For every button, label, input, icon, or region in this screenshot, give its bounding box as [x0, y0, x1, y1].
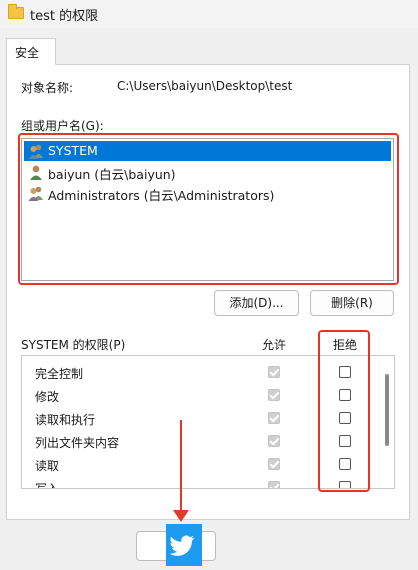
permissions-scrollbar[interactable] [385, 374, 389, 446]
allow-checkbox[interactable] [268, 389, 280, 401]
bird-icon [169, 535, 195, 556]
deny-header: 拒绝 [333, 338, 358, 352]
permission-row-read: 读取 [22, 453, 382, 475]
deny-checkbox[interactable] [339, 412, 351, 424]
permission-row-write: 写入 [22, 476, 382, 489]
list-item-label: baiyun (白云\baiyun) [48, 167, 176, 182]
folder-icon [8, 4, 24, 19]
remove-button[interactable]: 删除(R) [310, 290, 394, 316]
window-title: test 的权限 [30, 9, 99, 24]
bird-overlay [166, 524, 202, 566]
list-item-system[interactable]: SYSTEM [24, 141, 391, 161]
permission-name: 写入 [35, 482, 60, 489]
red-arrow-head [173, 510, 189, 522]
permission-name: 读取 [35, 459, 60, 473]
red-arrow-line [180, 420, 182, 516]
allow-checkbox[interactable] [268, 366, 280, 378]
group-users-icon [28, 144, 43, 159]
user-icon [30, 165, 42, 180]
allow-checkbox[interactable] [268, 481, 280, 488]
permission-row-full-control: 完全控制 [22, 361, 382, 383]
allow-header: 允许 [262, 338, 287, 352]
permission-name: 列出文件夹内容 [35, 436, 120, 450]
list-item-label: Administrators (白云\Administrators) [48, 188, 275, 203]
list-item-baiyun[interactable]: baiyun (白云\baiyun) [24, 162, 391, 182]
allow-checkbox[interactable] [268, 435, 280, 447]
groups-label: 组或用户名(G): [21, 119, 104, 133]
deny-checkbox[interactable] [339, 458, 351, 470]
title-bar: test 的权限 [0, 0, 418, 28]
permission-name: 完全控制 [35, 367, 84, 381]
deny-checkbox[interactable] [339, 366, 351, 378]
permission-row-list-folder: 列出文件夹内容 [22, 430, 382, 452]
object-name-label: 对象名称: [21, 81, 74, 95]
group-user-list[interactable]: SYSTEM baiyun (白云\baiyun) Administrators… [21, 138, 394, 281]
list-item-label: SYSTEM [48, 143, 98, 158]
permission-name: 修改 [35, 390, 60, 404]
deny-checkbox[interactable] [339, 389, 351, 401]
permission-row-modify: 修改 [22, 384, 382, 406]
group-users-icon [28, 186, 43, 201]
deny-checkbox[interactable] [339, 435, 351, 447]
permission-row-read-execute: 读取和执行 [22, 407, 382, 429]
tab-security-label: 安全 [15, 46, 40, 60]
permissions-list[interactable]: 完全控制 修改 读取和执行 列出文件夹内容 读取 写入 [21, 355, 395, 489]
object-name-value: C:\Users\baiyun\Desktop\test [117, 79, 293, 93]
allow-checkbox[interactable] [268, 458, 280, 470]
permissions-title: SYSTEM 的权限(P) [21, 338, 126, 352]
permission-name: 读取和执行 [35, 413, 96, 427]
list-item-administrators[interactable]: Administrators (白云\Administrators) [24, 183, 391, 203]
deny-checkbox[interactable] [339, 481, 351, 488]
add-button[interactable]: 添加(D)... [214, 290, 299, 316]
allow-checkbox[interactable] [268, 412, 280, 424]
tab-security[interactable]: 安全 [6, 38, 56, 65]
